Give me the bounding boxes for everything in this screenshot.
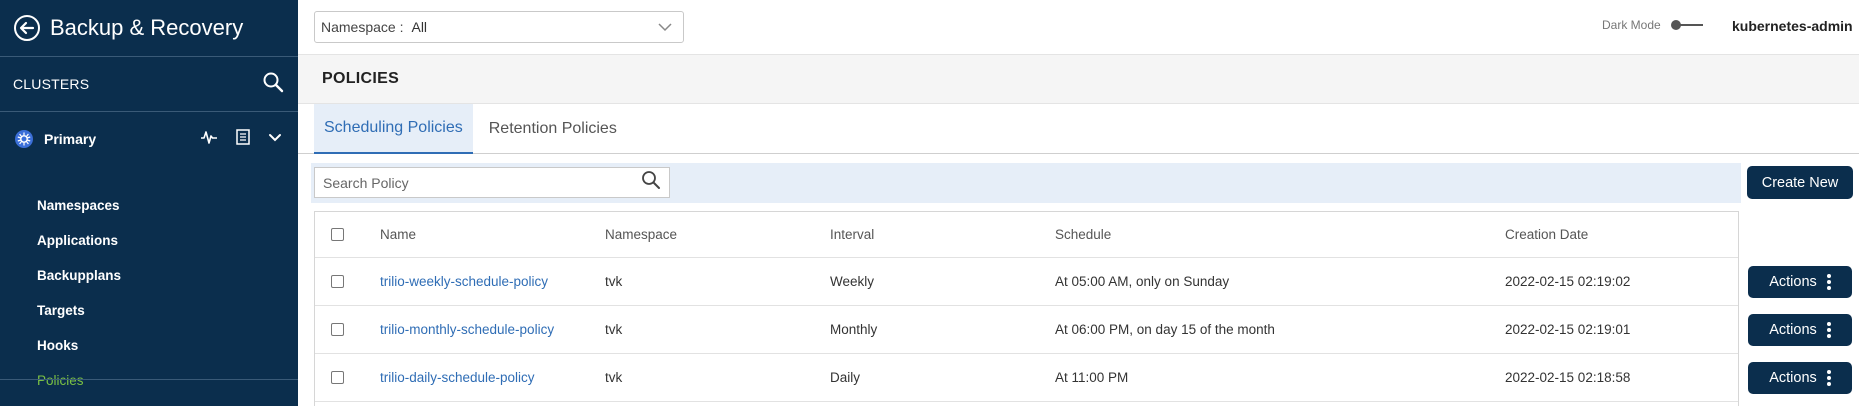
sidebar-nav: Namespaces Applications Backupplans Targ… — [0, 166, 298, 398]
app-title: Backup & Recovery — [50, 15, 244, 40]
column-header-namespace[interactable]: Namespace — [605, 227, 677, 242]
search-input[interactable] — [323, 174, 641, 191]
column-header-name[interactable]: Name — [380, 227, 416, 242]
chevron-down-icon — [657, 19, 673, 35]
actions-button[interactable]: Actions — [1748, 266, 1852, 298]
policy-schedule: At 11:00 PM — [1055, 370, 1129, 385]
policy-interval: Weekly — [830, 274, 875, 289]
clusters-header: CLUSTERS — [0, 57, 298, 111]
sidebar-divider — [0, 379, 298, 380]
sidebar-item-backupplans[interactable]: Backupplans — [0, 258, 298, 293]
actions-label: Actions — [1769, 274, 1817, 290]
dark-mode-label: Dark Mode — [1602, 18, 1661, 32]
sidebar-item-hooks[interactable]: Hooks — [0, 328, 298, 363]
create-new-button[interactable]: Create New — [1747, 166, 1853, 199]
policy-schedule: At 05:00 AM, only on Sunday — [1055, 274, 1230, 289]
sidebar-item-namespaces[interactable]: Namespaces — [0, 188, 298, 223]
cluster-item-primary[interactable]: Primary — [0, 112, 298, 166]
kebab-menu-icon — [1826, 322, 1831, 338]
clusters-label: CLUSTERS — [13, 76, 90, 92]
search-icon[interactable] — [641, 170, 661, 195]
policies-table: Name Namespace Interval Schedule Creatio… — [314, 211, 1739, 406]
policy-namespace: tvk — [605, 274, 623, 289]
kebab-menu-icon — [1826, 370, 1831, 386]
table-row: trilio-monthly-schedule-policy tvk Month… — [315, 306, 1738, 354]
search-toolbar — [311, 163, 1741, 203]
policy-namespace: tvk — [605, 322, 623, 337]
kubernetes-icon — [14, 129, 34, 149]
namespace-label: Namespace : — [321, 19, 404, 35]
user-name[interactable]: kubernetes-admin — [1732, 18, 1853, 34]
policy-interval: Monthly — [830, 322, 878, 337]
row-checkbox[interactable] — [331, 371, 344, 384]
actions-label: Actions — [1769, 370, 1817, 386]
policy-interval: Daily — [830, 370, 861, 385]
policy-creation-date: 2022-02-15 02:19:01 — [1505, 322, 1631, 337]
sidebar-item-targets[interactable]: Targets — [0, 293, 298, 328]
page-header: POLICIES — [298, 54, 1859, 104]
actions-label: Actions — [1769, 322, 1817, 338]
search-box — [314, 167, 670, 198]
policy-schedule: At 06:00 PM, on day 15 of the month — [1055, 322, 1275, 337]
page-title: POLICIES — [322, 70, 400, 87]
actions-button[interactable]: Actions — [1748, 362, 1852, 394]
row-checkbox[interactable] — [331, 275, 344, 288]
namespace-value: All — [411, 19, 428, 35]
back-arrow-icon[interactable] — [12, 13, 42, 43]
policy-namespace: tvk — [605, 370, 623, 385]
app-header: Backup & Recovery — [0, 0, 298, 56]
kebab-menu-icon — [1826, 274, 1831, 290]
sidebar-item-policies[interactable]: Policies — [0, 363, 298, 398]
column-header-interval[interactable]: Interval — [830, 227, 874, 242]
sidebar: Backup & Recovery CLUSTERS Primary Names… — [0, 0, 298, 406]
select-all-checkbox[interactable] — [331, 228, 344, 241]
tab-retention-policies[interactable]: Retention Policies — [479, 104, 627, 154]
namespace-select[interactable]: Namespace : All — [314, 11, 684, 43]
sidebar-item-applications[interactable]: Applications — [0, 223, 298, 258]
row-checkbox[interactable] — [331, 323, 344, 336]
policy-name-link[interactable]: trilio-monthly-schedule-policy — [380, 322, 554, 337]
table-row: trilio-weekly-schedule-policy tvk Weekly… — [315, 258, 1738, 306]
column-header-schedule[interactable]: Schedule — [1055, 227, 1111, 242]
cluster-name: Primary — [44, 131, 97, 147]
tab-scheduling-policies[interactable]: Scheduling Policies — [314, 104, 473, 154]
dark-mode-toggle[interactable] — [1670, 19, 1703, 31]
dark-mode-control: Dark Mode — [1602, 18, 1703, 32]
policy-creation-date: 2022-02-15 02:19:02 — [1505, 274, 1631, 289]
document-icon[interactable] — [236, 128, 250, 150]
chevron-down-icon[interactable] — [268, 130, 282, 148]
policy-name-link[interactable]: trilio-daily-schedule-policy — [380, 370, 535, 385]
actions-button[interactable]: Actions — [1748, 314, 1852, 346]
top-bar: Namespace : All Dark Mode kubernetes-adm… — [298, 0, 1859, 54]
policy-creation-date: 2022-02-15 02:18:58 — [1505, 370, 1631, 385]
search-icon[interactable] — [262, 71, 284, 98]
policy-tabs: Scheduling Policies Retention Policies — [298, 104, 1859, 154]
policy-name-link[interactable]: trilio-weekly-schedule-policy — [380, 274, 548, 289]
column-header-creation-date[interactable]: Creation Date — [1505, 227, 1588, 242]
activity-icon[interactable] — [200, 129, 218, 150]
table-row: trilio-daily-schedule-policy tvk Daily A… — [315, 354, 1738, 402]
table-header-row: Name Namespace Interval Schedule Creatio… — [315, 212, 1738, 258]
